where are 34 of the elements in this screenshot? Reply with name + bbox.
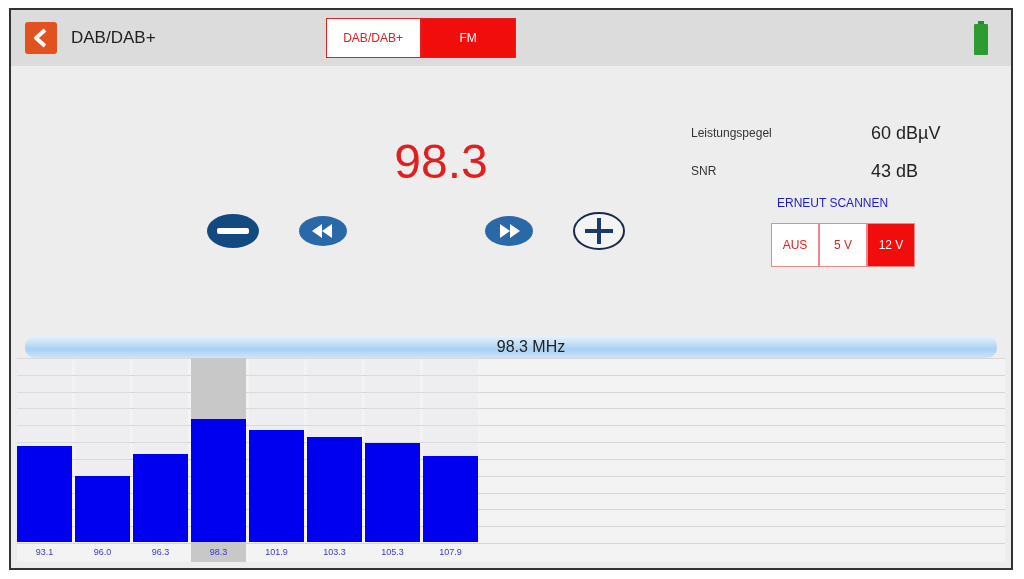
- battery-icon: [973, 21, 989, 55]
- mode-tab[interactable]: DAB/DAB+: [325, 18, 421, 58]
- minus-button[interactable]: [206, 213, 260, 249]
- mode-tab[interactable]: FM: [420, 18, 516, 58]
- station-label: 103.3: [322, 546, 347, 559]
- signal-track[interactable]: [365, 358, 420, 542]
- spectrum-title: 98.3 MHz: [496, 338, 566, 356]
- fast-forward-button[interactable]: [484, 215, 534, 247]
- voltage-option[interactable]: 5 V: [819, 223, 867, 267]
- reading-label: SNR: [691, 164, 717, 178]
- station-label: 107.9: [438, 546, 463, 559]
- reading-label: Leistungspegel: [691, 126, 772, 140]
- screen-title: DAB/DAB+: [71, 28, 156, 48]
- voltage-option[interactable]: AUS: [771, 223, 819, 267]
- signal-track[interactable]: [133, 358, 188, 542]
- rescan-link[interactable]: ERNEUT SCANNEN: [777, 196, 889, 210]
- rewind-button[interactable]: [298, 215, 348, 247]
- voltage-option[interactable]: 12 V: [867, 223, 915, 267]
- frequency-display: 98.3: [394, 134, 488, 189]
- signal-track[interactable]: [307, 358, 362, 542]
- station-label: 96.3: [150, 546, 171, 559]
- station-label: 101.9: [264, 546, 289, 559]
- station-label: 96.0: [92, 546, 113, 559]
- signal-track[interactable]: [75, 358, 130, 542]
- reading-value: 60 dBµV: [871, 122, 942, 144]
- station-label: 93.1: [34, 546, 55, 559]
- plus-button[interactable]: [572, 211, 626, 251]
- signal-track[interactable]: [17, 358, 72, 542]
- signal-track[interactable]: [249, 358, 304, 542]
- signal-track[interactable]: [423, 358, 478, 542]
- back-button[interactable]: [25, 22, 57, 54]
- reading-value: 43 dB: [871, 160, 920, 182]
- station-label: 98.3: [191, 542, 246, 562]
- station-label: 105.3: [380, 546, 405, 559]
